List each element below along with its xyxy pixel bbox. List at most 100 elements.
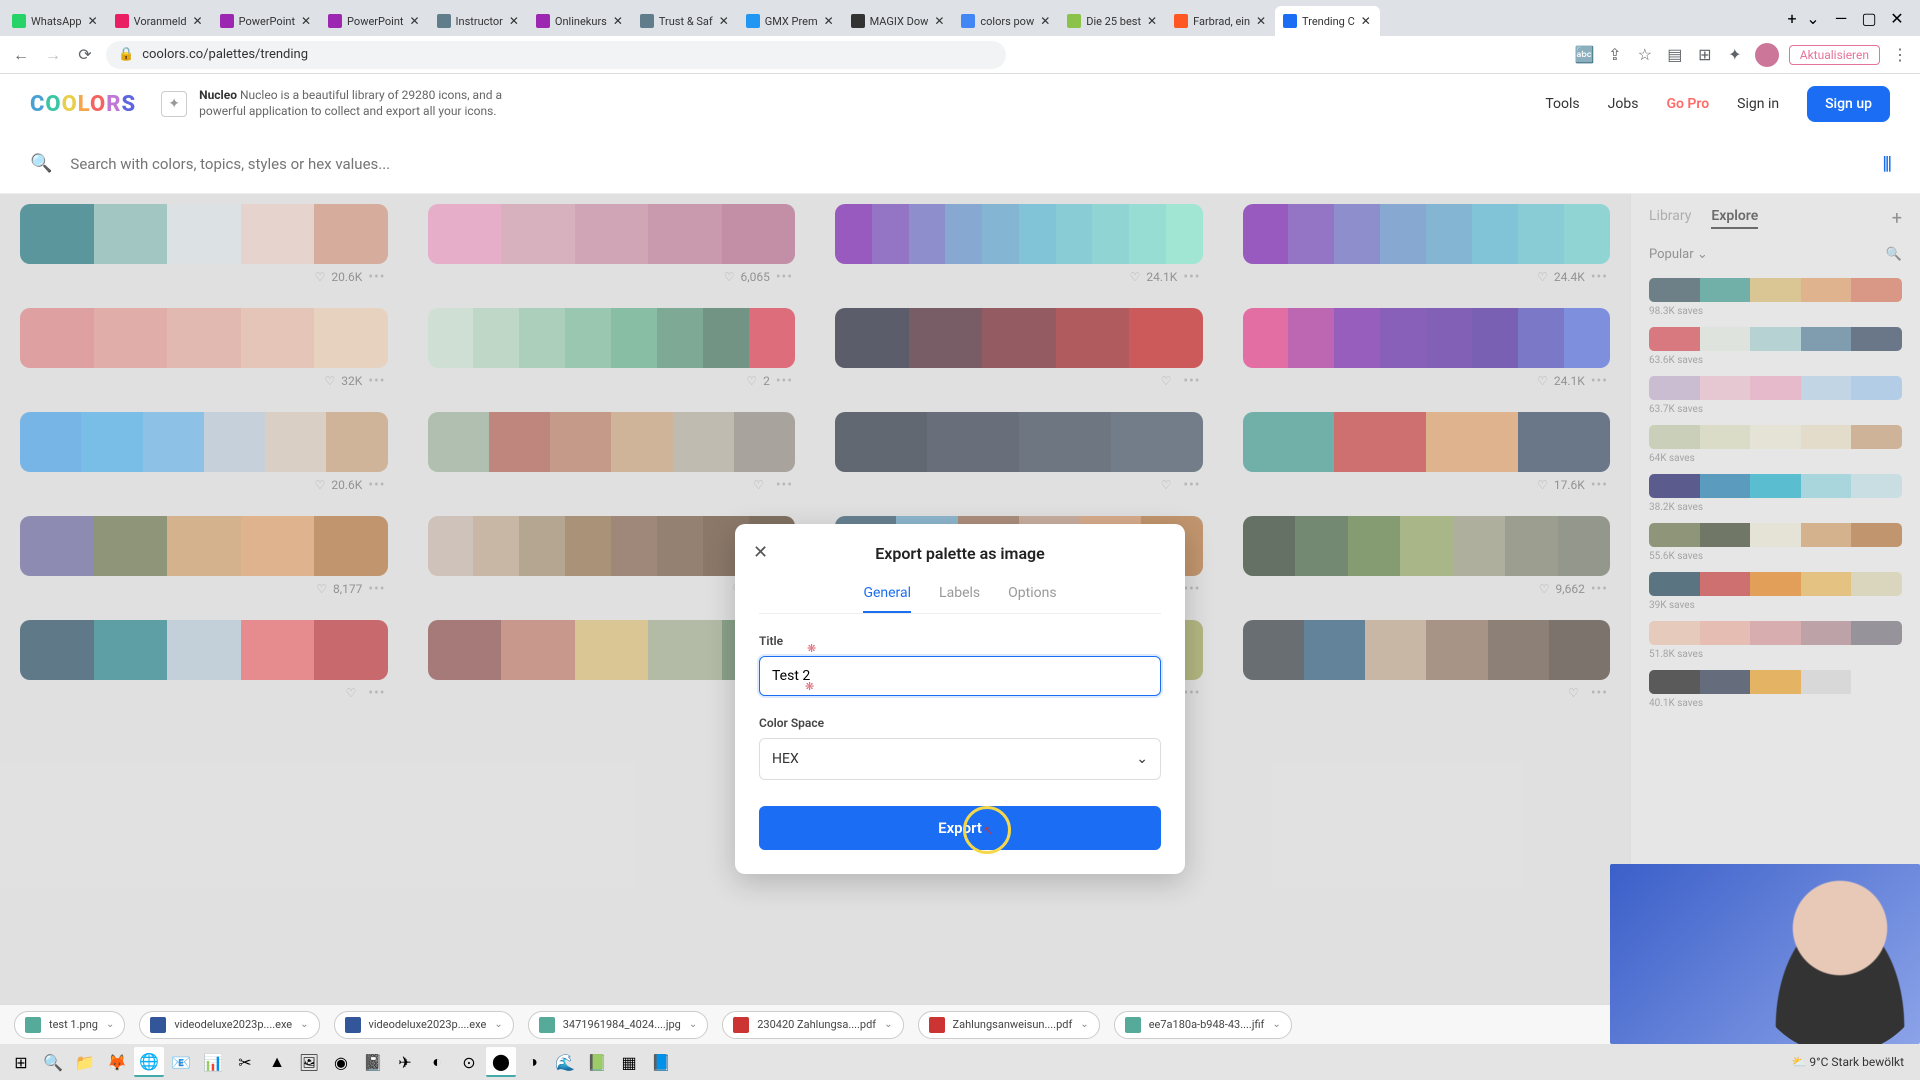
taskbar-search-icon[interactable]: 🔍 [38, 1047, 68, 1077]
chevron-down-icon[interactable]: ⌄ [1080, 1019, 1088, 1030]
back-button[interactable]: ← [10, 44, 32, 66]
tab-close-icon[interactable]: ✕ [1255, 15, 1267, 27]
download-item[interactable]: test 1.png⌄ [14, 1011, 125, 1039]
coolors-logo[interactable]: COOLORS [30, 92, 136, 117]
taskbar-snip-icon[interactable]: ✂ [230, 1047, 260, 1077]
browser-tab[interactable]: MAGIX Dow✕ [843, 6, 954, 36]
nucleo-promo[interactable]: ✦ Nucleo Nucleo is a beautiful library o… [161, 88, 539, 119]
tab-label: Voranmeld [134, 15, 187, 28]
webcam-overlay [1610, 864, 1920, 1044]
chevron-down-icon[interactable]: ⌄ [689, 1019, 697, 1030]
tab-close-icon[interactable]: ✕ [1146, 15, 1158, 27]
taskbar-photos-icon[interactable]: 🖼 [294, 1047, 324, 1077]
taskbar-app-icon[interactable]: ◐ [422, 1047, 452, 1077]
taskbar-app-icon[interactable]: ◑ [518, 1047, 548, 1077]
taskbar-chrome-icon[interactable]: 🌐 [134, 1047, 164, 1077]
nucleo-icon: ✦ [161, 91, 187, 117]
taskbar-word-icon[interactable]: 📘 [646, 1047, 676, 1077]
browser-tab[interactable]: WhatsApp✕ [4, 6, 107, 36]
nav-jobs[interactable]: Jobs [1608, 96, 1639, 112]
taskbar-outlook-icon[interactable]: 📧 [166, 1047, 196, 1077]
tab-close-icon[interactable]: ✕ [300, 15, 312, 27]
tab-close-icon[interactable]: ✕ [508, 15, 520, 27]
chevron-down-icon[interactable]: ⌄ [884, 1019, 892, 1030]
maximize-icon[interactable]: ▢ [1860, 9, 1878, 27]
chevron-down-icon[interactable]: ⌄ [300, 1019, 308, 1030]
extensions-icon[interactable]: ⊞ [1695, 45, 1715, 65]
tab-close-icon[interactable]: ✕ [612, 15, 624, 27]
weather-widget[interactable]: ⛅ 9°C Stark bewölkt [1791, 1055, 1904, 1069]
browser-tab[interactable]: Instructor✕ [429, 6, 528, 36]
browser-tab[interactable]: PowerPoint✕ [212, 6, 320, 36]
bookmark-icon[interactable]: ☆ [1635, 45, 1655, 65]
chevron-down-icon[interactable]: ⌄ [106, 1019, 114, 1030]
browser-tab[interactable]: PowerPoint✕ [320, 6, 428, 36]
update-button[interactable]: Aktualisieren [1789, 45, 1880, 65]
download-item[interactable]: 230420 Zahlungsa....pdf⌄ [722, 1011, 903, 1039]
browser-tab[interactable]: Farbrad, ein✕ [1166, 6, 1275, 36]
colorspace-select[interactable]: HEX ⌄ [759, 738, 1161, 780]
taskbar-folder-icon[interactable]: 📁 [70, 1047, 100, 1077]
taskbar-telegram-icon[interactable]: ✈ [390, 1047, 420, 1077]
download-item[interactable]: ee7a180a-b948-43....jfif⌄ [1114, 1011, 1292, 1039]
tab-options[interactable]: Options [1008, 585, 1056, 613]
browser-tab[interactable]: Voranmeld ✕ [107, 6, 212, 36]
taskbar-vlc-icon[interactable]: ▲ [262, 1047, 292, 1077]
browser-tab[interactable]: Trending C✕ [1275, 6, 1380, 36]
title-input[interactable] [759, 656, 1161, 696]
tab-close-icon[interactable]: ✕ [823, 15, 835, 27]
url-input[interactable]: 🔒 coolors.co/palettes/trending [106, 41, 1006, 69]
browser-tab[interactable]: Die 25 best✕ [1059, 6, 1166, 36]
nav-gopro[interactable]: Go Pro [1666, 96, 1709, 112]
menu-icon[interactable]: ⋮ [1890, 45, 1910, 65]
profile-avatar[interactable] [1755, 43, 1779, 67]
search-icon[interactable]: 🔍 [30, 153, 52, 174]
taskbar-app-icon[interactable]: ▦ [614, 1047, 644, 1077]
palette-adjust-icon[interactable]: ||| [1882, 153, 1890, 174]
tab-close-icon[interactable]: ✕ [1039, 15, 1051, 27]
download-item[interactable]: 3471961984_4024....jpg⌄ [528, 1011, 709, 1039]
minimize-icon[interactable]: — [1832, 9, 1850, 27]
download-item[interactable]: videodeluxe2023p....exe⌄ [334, 1011, 514, 1039]
reload-button[interactable]: ⟳ [74, 44, 96, 66]
taskbar-app-icon[interactable]: ◉ [326, 1047, 356, 1077]
taskbar-edge-icon[interactable]: 🌊 [550, 1047, 580, 1077]
browser-tab[interactable]: Onlinekurs✕ [528, 6, 632, 36]
tab-close-icon[interactable]: ✕ [409, 15, 421, 27]
taskbar-powerpoint-icon[interactable]: 📊 [198, 1047, 228, 1077]
share-icon[interactable]: ⇪ [1605, 45, 1625, 65]
tab-close-icon[interactable]: ✕ [933, 15, 945, 27]
taskbar-excel-icon[interactable]: 📗 [582, 1047, 612, 1077]
taskbar-onenote-icon[interactable]: 📓 [358, 1047, 388, 1077]
modal-close-icon[interactable]: ✕ [753, 542, 768, 563]
signup-button[interactable]: Sign up [1807, 86, 1890, 122]
new-tab-button[interactable]: + [1780, 6, 1804, 30]
browser-tab[interactable]: GMX Prem✕ [738, 6, 843, 36]
tab-close-icon[interactable]: ✕ [87, 15, 99, 27]
search-input[interactable] [70, 155, 1864, 173]
taskbar-app-icon[interactable]: ⊙ [454, 1047, 484, 1077]
browser-tab[interactable]: colors pow✕ [953, 6, 1059, 36]
translate-icon[interactable]: 🔤 [1575, 45, 1595, 65]
reader-icon[interactable]: ▤ [1665, 45, 1685, 65]
tab-close-icon[interactable]: ✕ [718, 15, 730, 27]
start-button[interactable]: ⊞ [6, 1047, 36, 1077]
tab-general[interactable]: General [863, 585, 911, 613]
tab-close-icon[interactable]: ✕ [1360, 15, 1372, 27]
browser-tab[interactable]: Trust & Saf✕ [632, 6, 738, 36]
tab-close-icon[interactable]: ✕ [192, 15, 204, 27]
download-item[interactable]: Zahlungsanweisun....pdf⌄ [918, 1011, 1100, 1039]
puzzle-icon[interactable]: ✦ [1725, 45, 1745, 65]
download-item[interactable]: videodeluxe2023p....exe⌄ [139, 1011, 319, 1039]
forward-button[interactable]: → [42, 44, 64, 66]
chevron-down-icon[interactable]: ⌄ [1804, 9, 1822, 27]
nav-tools[interactable]: Tools [1545, 96, 1579, 112]
taskbar-obs-icon[interactable]: ⬤ [486, 1047, 516, 1077]
taskbar-firefox-icon[interactable]: 🦊 [102, 1047, 132, 1077]
nav-signin[interactable]: Sign in [1737, 96, 1779, 112]
close-icon[interactable]: ✕ [1888, 9, 1906, 27]
chevron-down-icon[interactable]: ⌄ [494, 1019, 502, 1030]
export-button[interactable]: Export [759, 806, 1161, 850]
tab-labels[interactable]: Labels [939, 585, 980, 613]
chevron-down-icon[interactable]: ⌄ [1272, 1019, 1280, 1030]
